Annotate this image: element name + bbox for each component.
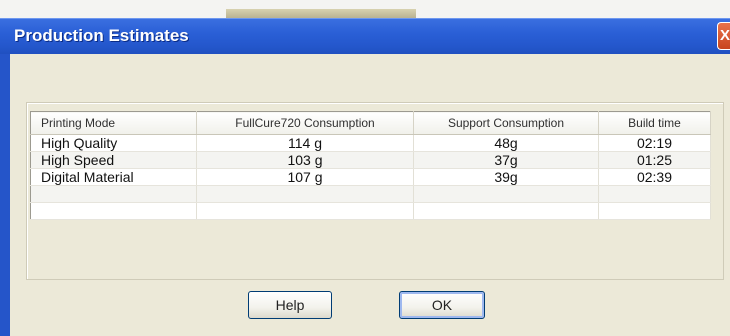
table-row-empty bbox=[30, 185, 711, 203]
cell-build-time: 02:19 bbox=[598, 134, 711, 152]
column-header-printing-mode[interactable]: Printing Mode bbox=[30, 111, 197, 135]
cell-fullcure-consumption: 107 g bbox=[196, 168, 414, 186]
table-row[interactable]: Digital Material 107 g 39g 02:39 bbox=[30, 168, 711, 186]
cell-empty bbox=[30, 185, 197, 203]
cell-support-consumption: 48g bbox=[413, 134, 599, 152]
cell-empty bbox=[413, 202, 599, 220]
cell-printing-mode: Digital Material bbox=[30, 168, 197, 186]
cell-empty bbox=[413, 185, 599, 203]
table-row[interactable]: High Quality 114 g 48g 02:19 bbox=[30, 134, 711, 152]
cell-build-time: 02:39 bbox=[598, 168, 711, 186]
close-icon[interactable]: X bbox=[717, 22, 730, 50]
window-frame-left bbox=[0, 54, 10, 336]
background-window-edge bbox=[226, 9, 416, 18]
table-header-row: Printing Mode FullCure720 Consumption Su… bbox=[30, 111, 711, 135]
cell-support-consumption: 39g bbox=[413, 168, 599, 186]
cell-support-consumption: 37g bbox=[413, 151, 599, 169]
background-strip bbox=[0, 0, 730, 18]
cell-empty bbox=[30, 202, 197, 220]
title-bar[interactable]: Production Estimates bbox=[0, 18, 730, 55]
help-button[interactable]: Help bbox=[248, 291, 332, 319]
cell-build-time: 01:25 bbox=[598, 151, 711, 169]
cell-fullcure-consumption: 103 g bbox=[196, 151, 414, 169]
ok-button[interactable]: OK bbox=[399, 291, 485, 319]
table-row[interactable]: High Speed 103 g 37g 01:25 bbox=[30, 151, 711, 169]
estimates-table: Printing Mode FullCure720 Consumption Su… bbox=[30, 111, 711, 220]
cell-fullcure-consumption: 114 g bbox=[196, 134, 414, 152]
column-header-build-time[interactable]: Build time bbox=[598, 111, 711, 135]
window-title: Production Estimates bbox=[14, 26, 189, 45]
cell-empty bbox=[196, 185, 414, 203]
column-header-support-consumption[interactable]: Support Consumption bbox=[413, 111, 599, 135]
cell-empty bbox=[598, 185, 711, 203]
cell-printing-mode: High Speed bbox=[30, 151, 197, 169]
column-header-fullcure-consumption[interactable]: FullCure720 Consumption bbox=[196, 111, 414, 135]
cell-empty bbox=[196, 202, 414, 220]
table-row-empty bbox=[30, 202, 711, 220]
cell-empty bbox=[598, 202, 711, 220]
cell-printing-mode: High Quality bbox=[30, 134, 197, 152]
